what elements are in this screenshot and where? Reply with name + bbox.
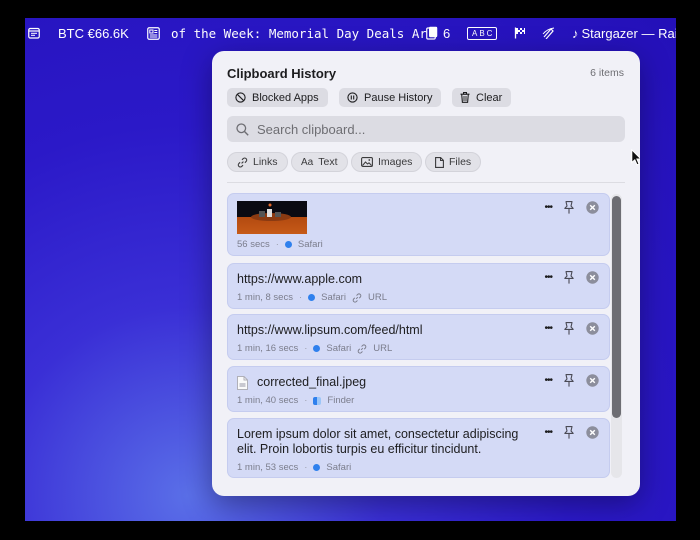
menu-bar: BTC €66.6K of the Week: Memorial Day Dea…	[25, 18, 676, 48]
pin-icon[interactable]	[564, 426, 574, 439]
clipboard-count: 6	[443, 25, 451, 41]
input-source-icon[interactable]: ABC	[467, 18, 498, 48]
item-meta: 1 min, 53 secs · Safari	[237, 462, 352, 473]
image-thumbnail	[237, 201, 307, 234]
clipboard-history-panel: Clipboard History 6 items Blocked Apps P…	[212, 51, 640, 496]
clipboard-item-image[interactable]: 56 secs · Safari •••	[227, 193, 610, 256]
item-count: 6 items	[590, 67, 624, 79]
image-icon	[361, 157, 373, 167]
remove-icon[interactable]	[586, 374, 599, 387]
more-button[interactable]: •••	[544, 202, 552, 213]
script-editor-icon[interactable]	[542, 18, 556, 48]
item-meta: 56 secs · Safari	[237, 239, 323, 250]
clipboard-list: 56 secs · Safari ••• https://www.apple.c…	[227, 193, 611, 493]
pin-icon[interactable]	[564, 201, 574, 214]
safari-icon	[308, 294, 316, 301]
file-icon	[237, 376, 248, 390]
item-meta: 1 min, 16 secs · Safari URL	[237, 343, 393, 354]
music-note-icon: ♪	[572, 25, 579, 41]
safari-icon	[284, 241, 292, 248]
item-text: https://www.apple.com	[237, 272, 363, 286]
remove-icon[interactable]	[586, 201, 599, 214]
search-bar[interactable]	[227, 116, 625, 142]
clipboard-item-url[interactable]: https://www.lipsum.com/feed/html 1 min, …	[227, 314, 610, 360]
safari-icon	[313, 464, 321, 471]
panel-title: Clipboard History	[227, 66, 337, 81]
item-actions: •••	[544, 271, 599, 284]
mouse-cursor	[631, 149, 640, 166]
remove-icon[interactable]	[586, 271, 599, 284]
now-playing-title: Stargazer — Rai	[581, 25, 677, 41]
item-meta: 1 min, 8 secs · Safari URL	[237, 292, 387, 303]
calendar-icon[interactable]	[28, 18, 40, 48]
clipboard-item-file[interactable]: corrected_final.jpeg 1 min, 40 secs · Fi…	[227, 366, 610, 412]
remove-icon[interactable]	[586, 426, 599, 439]
pause-history-button[interactable]: Pause History	[339, 88, 442, 107]
clipboard-icon	[426, 26, 438, 40]
clear-button[interactable]: Clear	[452, 88, 512, 107]
text-format-icon: Aa	[301, 156, 314, 168]
pause-icon	[347, 92, 358, 103]
link-icon	[237, 157, 248, 167]
divider	[227, 182, 625, 183]
clipboard-item-text[interactable]: Lorem ipsum dolor sit amet, consectetur …	[227, 418, 610, 478]
item-actions: •••	[544, 322, 599, 335]
pin-icon[interactable]	[564, 374, 574, 387]
filter-text[interactable]: Aa Text	[291, 152, 348, 172]
item-text: Lorem ipsum dolor sit amet, consectetur …	[237, 427, 519, 456]
filter-files[interactable]: Files	[425, 152, 482, 172]
trash-icon	[460, 92, 470, 103]
filter-links[interactable]: Links	[227, 152, 288, 172]
search-icon	[236, 122, 249, 136]
pin-icon[interactable]	[564, 322, 574, 335]
news-icon[interactable]	[147, 18, 160, 48]
search-input[interactable]	[257, 121, 597, 137]
item-actions: •••	[544, 374, 599, 387]
clipboard-menu-item[interactable]: 6	[426, 18, 450, 48]
pin-icon[interactable]	[564, 271, 574, 284]
item-text: https://www.lipsum.com/feed/html	[237, 323, 423, 337]
more-button[interactable]: •••	[544, 375, 552, 386]
item-text: corrected_final.jpeg	[257, 375, 367, 389]
more-button[interactable]: •••	[544, 427, 552, 438]
safari-icon	[313, 345, 321, 352]
more-button[interactable]: •••	[544, 323, 552, 334]
crypto-ticker[interactable]: BTC €66.6K	[58, 18, 129, 48]
blocked-icon	[235, 92, 246, 103]
filter-images[interactable]: Images	[351, 152, 423, 172]
scrollbar-thumb[interactable]	[612, 196, 621, 418]
item-meta: 1 min, 40 secs · Finder	[237, 395, 355, 406]
remove-icon[interactable]	[586, 322, 599, 335]
flag-icon[interactable]	[514, 18, 526, 48]
link-icon	[357, 343, 367, 354]
item-actions: •••	[544, 201, 599, 214]
more-button[interactable]: •••	[544, 272, 552, 283]
now-playing-menu-item[interactable]: ♪ Stargazer — Rai	[572, 18, 676, 48]
clipboard-item-url[interactable]: https://www.apple.com 1 min, 8 secs · Sa…	[227, 263, 610, 309]
news-headline[interactable]: of the Week: Memorial Day Deals Ar	[171, 18, 427, 48]
document-icon	[435, 156, 444, 168]
blocked-apps-button[interactable]: Blocked Apps	[227, 88, 328, 107]
link-icon	[352, 292, 362, 303]
finder-icon	[313, 396, 322, 405]
item-actions: •••	[544, 426, 599, 439]
